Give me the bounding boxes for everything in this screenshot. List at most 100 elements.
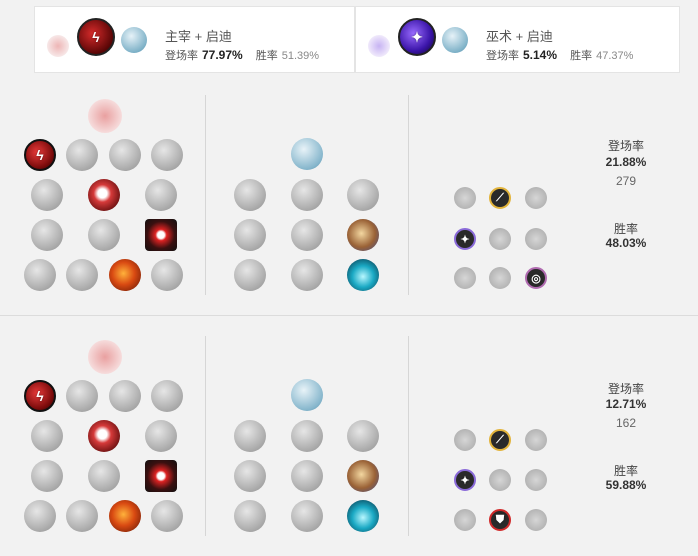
predator-icon[interactable] xyxy=(66,139,98,171)
ghost-poro-icon[interactable] xyxy=(88,460,120,492)
sorcery-icon: ✦ xyxy=(398,18,436,56)
treasure-hunter-icon[interactable] xyxy=(24,500,56,532)
ability-haste-shard-icon[interactable] xyxy=(525,187,547,209)
win-rate-label: 胜率 xyxy=(613,464,638,478)
ultimate-hunter-icon[interactable] xyxy=(151,259,183,291)
ingenious-hunter-icon[interactable] xyxy=(66,259,98,291)
eyeball-collection-icon[interactable] xyxy=(145,219,177,251)
adaptive-force-shard-icon[interactable]: ✦ xyxy=(454,469,476,491)
cheap-shot-icon[interactable] xyxy=(31,179,63,211)
win-rate-value: 59.88% xyxy=(605,478,647,492)
game-count: 162 xyxy=(615,416,637,430)
cheap-shot-icon[interactable] xyxy=(31,420,63,452)
taste-of-blood-icon[interactable] xyxy=(88,179,120,211)
domination-emblem-icon xyxy=(47,35,69,57)
divider xyxy=(408,95,409,295)
combo-stats: 登场率 5.14% 胜率 47.37% xyxy=(486,47,633,63)
tree-combo-card-domination[interactable]: ϟ 主宰 + 启迪 登场率 77.97% 胜率 51.39% xyxy=(34,6,355,73)
minion-dematerializer-icon[interactable] xyxy=(291,219,323,251)
ingenious-hunter-icon[interactable] xyxy=(66,500,98,532)
game-count: 279 xyxy=(615,174,637,188)
sorcery-emblem-icon xyxy=(368,35,390,57)
minion-dematerializer-icon[interactable] xyxy=(291,460,323,492)
health-shard-icon[interactable] xyxy=(454,509,476,531)
approach-velocity-icon[interactable] xyxy=(291,500,323,532)
zombie-ward-icon[interactable] xyxy=(31,219,63,251)
rune-build-1: ϟ ⟋ ✦ ◎ 登场率 21.88% 279 胜率 48.03% xyxy=(0,75,698,315)
perfect-timing-icon[interactable] xyxy=(347,179,379,211)
cosmic-insight-icon[interactable] xyxy=(234,500,266,532)
hail-of-blades-icon[interactable] xyxy=(151,380,183,412)
attack-speed-shard-icon[interactable]: ⟋ xyxy=(489,187,511,209)
sudden-impact-icon[interactable] xyxy=(145,420,177,452)
biscuit-delivery-icon[interactable] xyxy=(347,219,379,251)
win-rate-label: 胜率 xyxy=(570,50,593,62)
taste-of-blood-icon[interactable] xyxy=(88,420,120,452)
adaptive-force-shard-icon[interactable] xyxy=(454,187,476,209)
magic-resist-shard-icon[interactable] xyxy=(525,509,547,531)
pick-rate-label: 登场率 xyxy=(607,382,644,396)
time-warp-tonic-icon[interactable] xyxy=(347,259,379,291)
attack-speed-shard-icon[interactable]: ⟋ xyxy=(489,429,511,451)
dark-harvest-icon[interactable] xyxy=(109,380,141,412)
ghost-poro-icon[interactable] xyxy=(88,219,120,251)
relentless-hunter-icon[interactable] xyxy=(109,259,141,291)
electrocute-icon[interactable]: ϟ xyxy=(24,139,56,171)
sudden-impact-icon[interactable] xyxy=(145,179,177,211)
combo-stats: 登场率 77.97% 胜率 51.39% xyxy=(165,47,319,63)
dark-harvest-icon[interactable] xyxy=(109,139,141,171)
win-rate-value: 48.03% xyxy=(605,236,647,250)
inspiration-tree-icon xyxy=(291,138,323,170)
health-shard-icon[interactable] xyxy=(454,267,476,289)
magic-resist-shard-icon[interactable]: ◎ xyxy=(525,267,547,289)
magical-footwear-icon[interactable] xyxy=(291,179,323,211)
combo-title: 主宰 + 启迪 xyxy=(165,29,232,44)
pick-rate-value: 77.97% xyxy=(202,48,243,62)
pick-rate-value: 21.88% xyxy=(605,155,647,169)
perfect-timing-icon[interactable] xyxy=(347,420,379,452)
futures-market-icon[interactable] xyxy=(234,219,266,251)
electrocute-icon[interactable]: ϟ xyxy=(24,380,56,412)
armor-shard-icon[interactable]: ⛊ xyxy=(489,509,511,531)
combo-title: 巫术 + 启迪 xyxy=(486,29,553,44)
time-warp-tonic-icon[interactable] xyxy=(347,500,379,532)
magic-resist-shard-icon[interactable] xyxy=(525,469,547,491)
magic-resist-shard-icon[interactable] xyxy=(525,228,547,250)
armor-shard-icon[interactable] xyxy=(489,267,511,289)
adaptive-force-shard-icon[interactable] xyxy=(454,429,476,451)
adaptive-force-shard-icon[interactable]: ✦ xyxy=(454,228,476,250)
divider xyxy=(205,95,206,295)
relentless-hunter-icon[interactable] xyxy=(109,500,141,532)
rune-build-2: ϟ ⟋ ✦ ⛊ 登场率 12.71% 162 胜率 59.88% xyxy=(0,315,698,556)
cosmic-insight-icon[interactable] xyxy=(234,259,266,291)
pick-rate-label: 登场率 xyxy=(607,139,644,153)
pick-rate-value: 12.71% xyxy=(605,397,647,411)
ability-haste-shard-icon[interactable] xyxy=(525,429,547,451)
tree-combo-card-sorcery[interactable]: ✦ 巫术 + 启迪 登场率 5.14% 胜率 47.37% xyxy=(355,6,680,73)
zombie-ward-icon[interactable] xyxy=(31,460,63,492)
win-rate-value: 47.37% xyxy=(596,50,634,62)
treasure-hunter-icon[interactable] xyxy=(24,259,56,291)
magical-footwear-icon[interactable] xyxy=(291,420,323,452)
pick-rate-label: 登场率 xyxy=(486,50,519,62)
armor-shard-icon[interactable] xyxy=(489,228,511,250)
predator-icon[interactable] xyxy=(66,380,98,412)
approach-velocity-icon[interactable] xyxy=(291,259,323,291)
futures-market-icon[interactable] xyxy=(234,460,266,492)
armor-shard-icon[interactable] xyxy=(489,469,511,491)
biscuit-delivery-icon[interactable] xyxy=(347,460,379,492)
inspiration-icon xyxy=(121,27,147,53)
eyeball-collection-icon[interactable] xyxy=(145,460,177,492)
hail-of-blades-icon[interactable] xyxy=(151,139,183,171)
hextech-flashtraption-icon[interactable] xyxy=(234,420,266,452)
inspiration-icon xyxy=(442,27,468,53)
win-rate-label: 胜率 xyxy=(613,222,638,236)
pick-rate-value: 5.14% xyxy=(523,48,558,62)
hextech-flashtraption-icon[interactable] xyxy=(234,179,266,211)
domination-icon: ϟ xyxy=(77,18,115,56)
ultimate-hunter-icon[interactable] xyxy=(151,500,183,532)
pick-rate-label: 登场率 xyxy=(165,50,198,62)
domination-tree-icon xyxy=(88,99,122,133)
divider xyxy=(408,336,409,536)
win-rate-value: 51.39% xyxy=(281,50,320,62)
